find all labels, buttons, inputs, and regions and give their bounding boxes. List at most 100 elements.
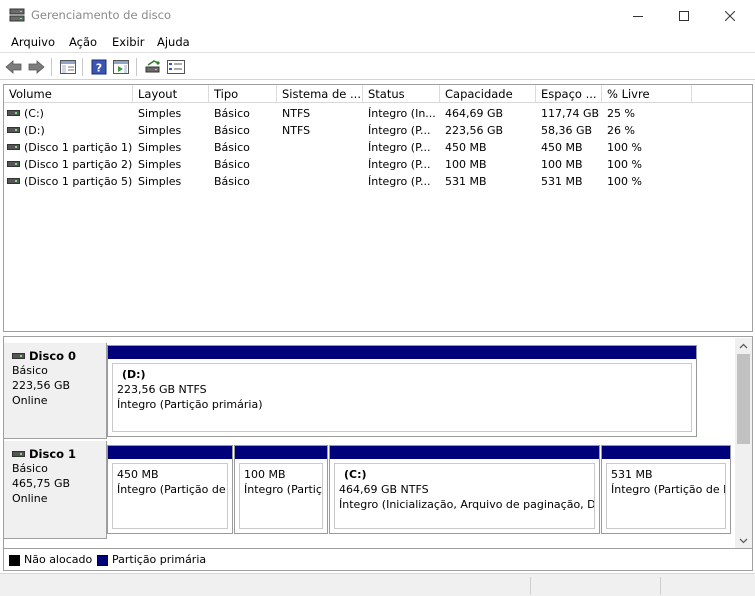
tipo-cell: Básico <box>214 141 250 154</box>
partition-disk1-p5[interactable]: 531 MB Íntegro (Partição de Recuperação) <box>601 445 731 534</box>
partition-status: Íntegro (Inicialização, Arquivo de pagin… <box>339 498 595 511</box>
disk-1-state: Online <box>12 492 48 505</box>
column-header-status[interactable]: Status <box>363 85 440 103</box>
filesystem-cell <box>282 173 362 190</box>
connect-disk-icon[interactable] <box>143 57 163 77</box>
disk-icon <box>12 450 25 457</box>
livre-cell: 26 % <box>607 124 635 137</box>
disk-0-state: Online <box>12 394 48 407</box>
partition-details: 450 MB Íntegro (Partição de Recuperação) <box>112 463 228 529</box>
layout-cell: Simples <box>138 141 182 154</box>
primary-partition-bar <box>108 446 232 459</box>
menu-acao[interactable]: Ação <box>69 35 97 49</box>
menu-arquivo[interactable]: Arquivo <box>11 35 55 49</box>
volume-row[interactable]: (Disco 1 partição 1) Simples Básico Ínte… <box>4 139 752 156</box>
disk-1-name: Disco 1 <box>29 447 77 461</box>
properties-list-icon[interactable] <box>166 57 186 77</box>
tipo-cell: Básico <box>214 158 250 171</box>
toolbar-separator <box>51 58 52 76</box>
column-header-livre[interactable]: % Livre <box>602 85 692 103</box>
tipo-cell: Básico <box>214 107 250 120</box>
disk-0-label[interactable]: Disco 0 Básico 223,56 GB Online <box>4 343 107 439</box>
volume-cell: (C:) <box>7 105 132 122</box>
capacidade-cell: 100 MB <box>445 158 487 171</box>
partition-c-details: (C:) 464,69 GB NTFS Íntegro (Inicializaç… <box>334 463 595 529</box>
primary-partition-swatch <box>97 555 108 566</box>
disk-graphical-view: Disco 0 Básico 223,56 GB Online (D:) 223… <box>3 336 753 549</box>
graphical-view-scrollbar[interactable] <box>735 338 752 548</box>
partition-details: 531 MB Íntegro (Partição de Recuperação) <box>606 463 726 529</box>
disk-volume-icon <box>7 178 20 184</box>
help-icon[interactable]: ? <box>89 57 109 77</box>
partition-size: 223,56 GB NTFS <box>117 383 207 396</box>
toolbar-separator <box>82 58 83 76</box>
column-header-capacidade[interactable]: Capacidade <box>440 85 536 103</box>
partition-status: Íntegro (Partição de Recuperação) <box>117 483 227 496</box>
column-header-sistema[interactable]: Sistema de ... <box>277 85 363 103</box>
column-header-volume[interactable]: Volume <box>4 85 133 103</box>
menu-exibir[interactable]: Exibir <box>112 35 145 49</box>
volume-row[interactable]: (C:) Simples Básico NTFS Íntegro (In... … <box>4 105 752 122</box>
status-cell: Íntegro (In... <box>368 107 436 120</box>
disk-1-type: Básico <box>12 462 48 475</box>
close-button[interactable] <box>707 0 753 31</box>
disk-1-label[interactable]: Disco 1 Básico 465,75 GB Online <box>4 441 107 539</box>
espaco-cell: 58,36 GB <box>541 124 593 137</box>
livre-cell: 100 % <box>607 141 642 154</box>
primary-partition-bar <box>108 346 696 359</box>
partition-c[interactable]: (C:) 464,69 GB NTFS Íntegro (Inicializaç… <box>329 445 600 534</box>
disk-1-size: 465,75 GB <box>12 477 71 490</box>
status-separator <box>660 577 661 595</box>
espaco-cell: 100 MB <box>541 158 583 171</box>
capacidade-cell: 450 MB <box>445 141 487 154</box>
partition-status: Íntegro (Partição primária) <box>117 398 263 411</box>
scroll-down-icon[interactable] <box>735 533 752 548</box>
status-cell: Íntegro (P... <box>368 124 431 137</box>
partition-status: Íntegro (Partição de Sistema EFI) <box>244 483 322 496</box>
volume-row[interactable]: (D:) Simples Básico NTFS Íntegro (P... 2… <box>4 122 752 139</box>
close-icon <box>725 10 735 21</box>
disk-0-name-line: Disco 0 <box>12 349 106 363</box>
tipo-cell: Básico <box>214 175 250 188</box>
maximize-button[interactable] <box>661 0 707 31</box>
toolbar-separator <box>136 58 137 76</box>
livre-cell: 25 % <box>607 107 635 120</box>
column-header-layout[interactable]: Layout <box>133 85 209 103</box>
espaco-cell: 450 MB <box>541 141 583 154</box>
capacidade-cell: 531 MB <box>445 175 487 188</box>
partition-disk1-p2[interactable]: 100 MB Íntegro (Partição de Sistema EFI) <box>234 445 328 534</box>
partition-size: 464,69 GB NTFS <box>339 483 429 496</box>
column-header-tipo[interactable]: Tipo <box>209 85 277 103</box>
volume-name: (Disco 1 partição 2) <box>24 158 132 171</box>
partition-disk1-p1[interactable]: 450 MB Íntegro (Partição de Recuperação) <box>107 445 233 534</box>
volume-row[interactable]: (Disco 1 partição 2) Simples Básico Ínte… <box>4 156 752 173</box>
partition-label: (C:) <box>344 468 367 481</box>
espaco-cell: 531 MB <box>541 175 583 188</box>
forward-arrow-icon[interactable] <box>26 57 46 77</box>
livre-cell: 100 % <box>607 175 642 188</box>
volume-row[interactable]: (Disco 1 partição 5) Simples Básico Ínte… <box>4 173 752 190</box>
column-header-espaco[interactable]: Espaço ... <box>536 85 602 103</box>
scroll-up-icon[interactable] <box>735 338 752 353</box>
back-arrow-icon[interactable] <box>4 57 24 77</box>
partition-d[interactable]: (D:) 223,56 GB NTFS Íntegro (Partição pr… <box>107 345 697 437</box>
disk-volume-icon <box>7 127 20 133</box>
show-action-pane-icon[interactable] <box>111 57 131 77</box>
volume-name: (C:) <box>24 107 44 120</box>
volume-name: (D:) <box>24 124 45 137</box>
disk-volume-icon <box>7 110 20 116</box>
svg-text:?: ? <box>96 62 102 75</box>
menu-ajuda[interactable]: Ajuda <box>157 35 190 49</box>
filesystem-cell: NTFS <box>282 124 311 137</box>
status-separator <box>530 577 531 595</box>
minimize-icon <box>633 15 643 17</box>
minimize-button[interactable] <box>615 0 661 31</box>
scrollbar-thumb[interactable] <box>737 354 750 444</box>
legend-primary-partition: Partição primária <box>112 553 207 566</box>
volume-cell: (Disco 1 partição 5) <box>7 173 132 190</box>
toolbar: ? <box>0 54 755 80</box>
status-bar <box>0 573 755 596</box>
capacidade-cell: 464,69 GB <box>445 107 504 120</box>
console-tree-icon[interactable] <box>58 57 78 77</box>
primary-partition-bar <box>330 446 599 459</box>
